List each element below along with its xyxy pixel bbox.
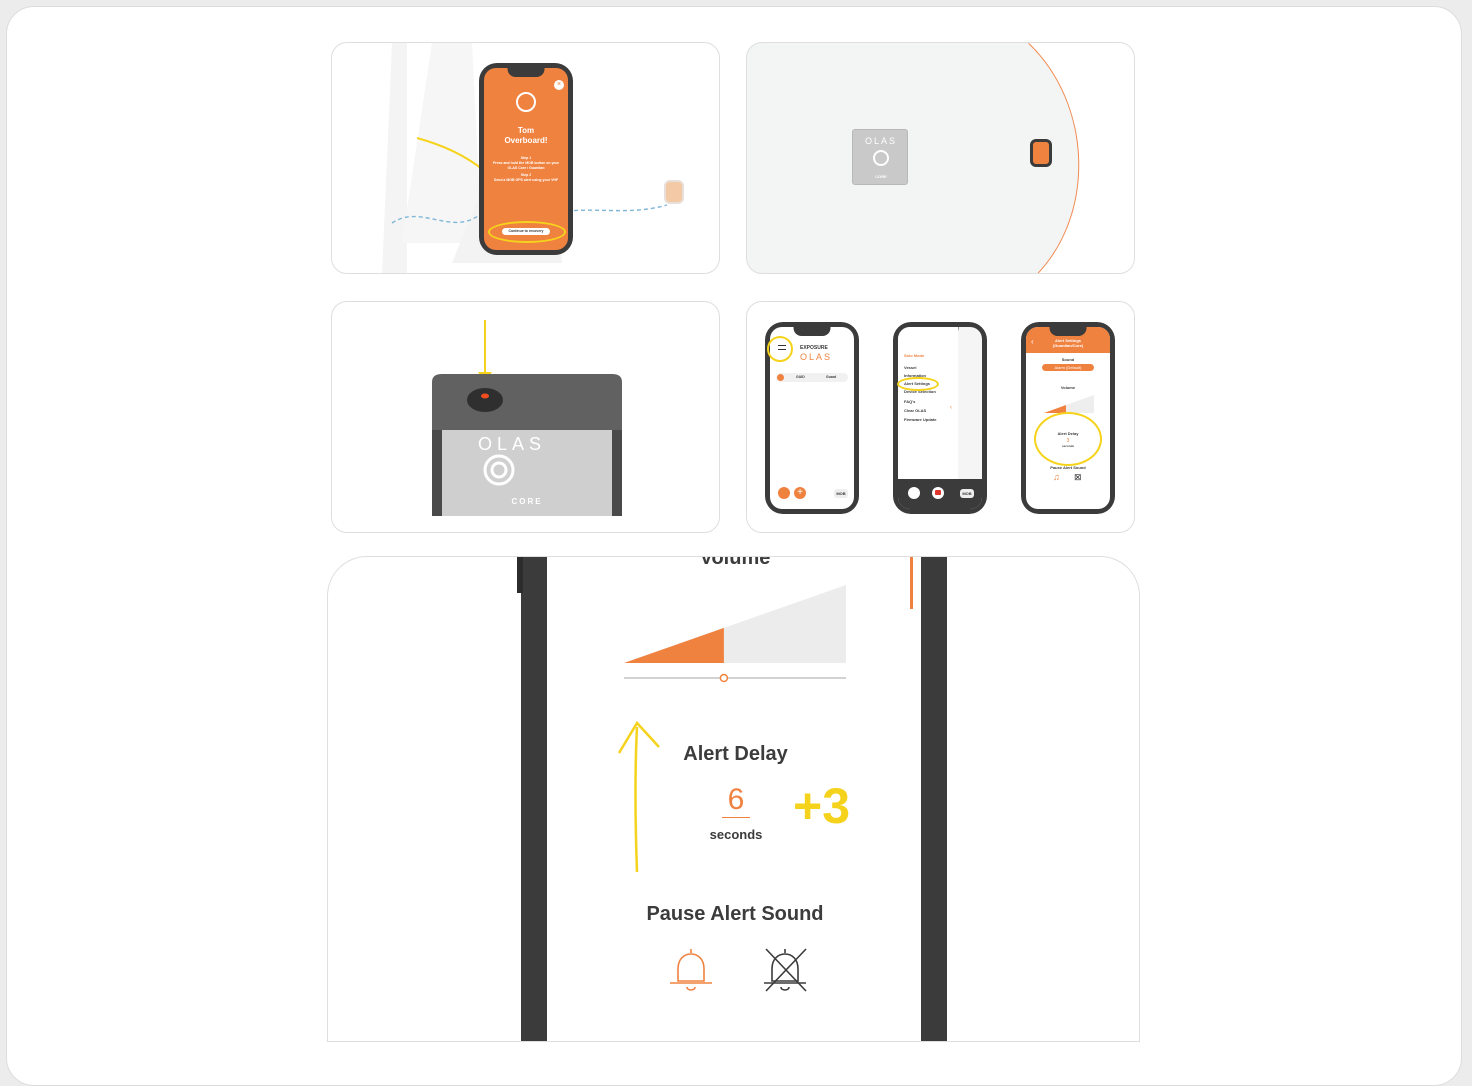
panel-app-navigation: EXPOSURE OLAS GUID Guard + MOB Solo Mode… xyxy=(746,301,1135,533)
bell-muted-icon[interactable]: ⊠ xyxy=(1074,472,1082,483)
highlight-circle xyxy=(1034,412,1102,466)
device-label: CORE xyxy=(511,497,543,506)
row-icon xyxy=(777,374,784,381)
panel-device-button: OLAS CORE xyxy=(331,301,720,533)
panel-range: OLAS CORE xyxy=(746,42,1135,274)
menu-item-solo-mode[interactable]: Solo Mode xyxy=(904,353,924,358)
phone-notch xyxy=(793,327,831,336)
alert-delay-value[interactable]: 6 xyxy=(722,783,750,818)
mob-button[interactable]: MOB xyxy=(960,489,974,498)
volume-slider[interactable] xyxy=(624,585,846,685)
bell-muted-icon[interactable] xyxy=(760,945,810,995)
volume-label: Volume xyxy=(699,556,771,569)
bell-icon[interactable]: ♫ xyxy=(1053,472,1060,482)
device-label: CORE xyxy=(875,174,887,179)
highlight-ellipse xyxy=(897,377,939,391)
profile-icon[interactable] xyxy=(908,487,920,499)
phone-frame-right xyxy=(921,557,947,1041)
delay-increment-label: +3 xyxy=(793,778,851,834)
panel-man-overboard: × Tom Overboard! Step 1 Press and hold t… xyxy=(331,42,720,274)
up-arrow-icon xyxy=(617,720,660,873)
phone-notch xyxy=(507,68,545,77)
settings-subtitle: (Guardian/Core) xyxy=(1052,343,1084,349)
bell-icon[interactable] xyxy=(666,945,716,995)
highlight-ellipse xyxy=(488,221,566,243)
menu-item-firmware-update[interactable]: Firmware Update xyxy=(904,417,936,422)
volume-label: Volume xyxy=(1060,385,1076,390)
target-button[interactable] xyxy=(778,487,790,499)
chevron-left-icon[interactable]: ‹ xyxy=(950,405,952,411)
range-arc xyxy=(1028,43,1134,273)
row-left-label: GUID xyxy=(796,375,805,379)
phone-side-button xyxy=(517,557,523,593)
menu-drawer: Solo Mode Vessel Information Alert Setti… xyxy=(898,327,958,479)
row-right-label: Guard xyxy=(826,375,837,379)
target-icon xyxy=(873,150,889,166)
add-button[interactable]: + xyxy=(794,487,806,499)
brand-top: EXPOSURE xyxy=(800,345,828,351)
device-row[interactable]: GUID Guard xyxy=(776,373,848,382)
pause-alert-label: Pause Alert Sound xyxy=(646,903,824,925)
highlight-circle xyxy=(767,336,793,362)
person-icon xyxy=(516,92,536,112)
alert-delay-label: Alert Delay xyxy=(683,743,788,765)
panel-alert-delay-zoom: Volume Alert Delay 6 seconds +3 Pause Al… xyxy=(327,556,1140,1042)
mob-button[interactable]: MOB xyxy=(834,489,848,498)
settings-header: ‹ Alert Settings (Guardian/Core) xyxy=(1026,327,1110,353)
youtube-icon[interactable] xyxy=(932,487,944,499)
alert-title-line2: Overboard! xyxy=(504,135,548,145)
device-logo: OLAS xyxy=(477,434,547,454)
alert-title-line1: Tom xyxy=(517,126,535,135)
sound-label: Sound xyxy=(1061,357,1075,362)
phone-frame-left xyxy=(521,557,547,1041)
watch-icon xyxy=(664,180,684,204)
step2-text: Send a MOB GPS alert using your VHF xyxy=(493,177,559,182)
device-logo: OLAS xyxy=(864,136,897,146)
menu-item-vessel[interactable]: Vessel xyxy=(904,365,916,370)
close-icon[interactable]: × xyxy=(554,80,564,90)
core-device: OLAS CORE xyxy=(852,129,908,185)
bottom-bar: MOB xyxy=(898,479,982,509)
menu-item-clear-olas[interactable]: Clear OLAS xyxy=(904,408,926,413)
menu-item-faqs[interactable]: FAQ's xyxy=(904,399,915,404)
scroll-indicator[interactable] xyxy=(910,557,913,609)
brand-bottom: OLAS xyxy=(800,351,833,362)
phone-menu: Solo Mode Vessel Information Alert Setti… xyxy=(893,322,987,514)
alert-delay-unit: seconds xyxy=(709,827,763,842)
phone-notch xyxy=(1049,327,1087,336)
step1-text: Press and hold the MOB button on your OL… xyxy=(492,160,560,170)
sound-select[interactable]: Alarm (Default) xyxy=(1042,364,1094,371)
wristband-icon xyxy=(1030,139,1052,167)
